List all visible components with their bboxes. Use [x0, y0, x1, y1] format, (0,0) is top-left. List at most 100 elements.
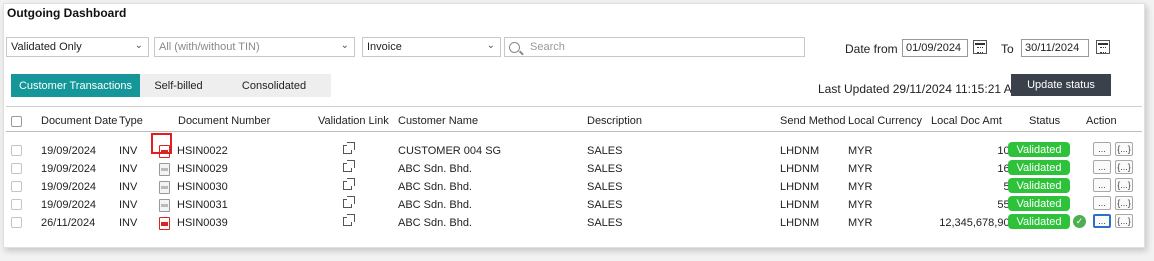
document-date: 19/09/2024 — [41, 181, 97, 193]
table-row[interactable]: 19/09/2024 INV HSIN0029 ABC Sdn. Bhd. SA… — [6, 159, 1142, 177]
tab-consolidated[interactable]: Consolidated — [217, 74, 331, 97]
local-currency: MYR — [848, 199, 873, 211]
document-number[interactable]: HSIN0039 — [177, 217, 228, 229]
status-badge: Validated — [1008, 196, 1070, 211]
date-from-label: Date from — [845, 42, 898, 56]
row-checkbox[interactable] — [11, 145, 22, 156]
more-button[interactable]: ... — [1093, 178, 1111, 192]
more-button[interactable]: ... — [1093, 214, 1111, 228]
tab-customer-transactions[interactable]: Customer Transactions — [11, 74, 140, 97]
more-button[interactable]: ... — [1093, 196, 1111, 210]
col-action: Action — [1086, 115, 1117, 127]
document-type: INV — [119, 217, 138, 229]
col-type: Type — [119, 115, 143, 127]
document-type: INV — [119, 163, 138, 175]
chevron-down-icon: ⌄ — [340, 40, 349, 51]
status-badge: Validated — [1008, 178, 1070, 193]
json-button[interactable]: {...} — [1115, 142, 1133, 156]
send-method: LHDNM — [780, 199, 820, 211]
pdf-icon[interactable] — [159, 181, 170, 194]
transaction-tabs: Customer Transactions Self-billed Consol… — [11, 74, 331, 97]
description: SALES — [587, 163, 623, 175]
transactions-table: Document Date Type Document Number Valid… — [6, 106, 1142, 247]
local-currency: MYR — [848, 163, 873, 175]
json-button[interactable]: {...} — [1115, 160, 1133, 174]
col-document-date: Document Date — [41, 115, 118, 127]
send-method: LHDNM — [780, 217, 820, 229]
customer-name: ABC Sdn. Bhd. — [398, 181, 472, 193]
document-type: INV — [119, 199, 138, 211]
external-link-icon[interactable] — [343, 160, 355, 172]
doc-type-select[interactable]: Invoice ⌄ — [362, 37, 501, 57]
more-button[interactable]: ... — [1093, 142, 1111, 156]
row-checkbox[interactable] — [11, 199, 22, 210]
local-currency: MYR — [848, 217, 873, 229]
table-row[interactable]: 26/11/2024 INV HSIN0039 ABC Sdn. Bhd. SA… — [6, 213, 1142, 231]
local-currency: MYR — [848, 181, 873, 193]
external-link-icon[interactable] — [343, 142, 355, 154]
col-local-doc-amt: Local Doc Amt — [931, 115, 1002, 127]
calendar-icon[interactable] — [973, 40, 987, 54]
status-badge: Validated — [1008, 142, 1070, 157]
send-method: LHDNM — [780, 181, 820, 193]
table-row[interactable]: 19/09/2024 INV HSIN0030 ABC Sdn. Bhd. SA… — [6, 177, 1142, 195]
pdf-icon[interactable] — [159, 163, 170, 176]
document-date: 19/09/2024 — [41, 163, 97, 175]
pdf-icon[interactable] — [159, 217, 170, 230]
col-document-number: Document Number — [178, 115, 271, 127]
col-local-currency: Local Currency — [848, 115, 922, 127]
description: SALES — [587, 145, 623, 157]
col-customer-name: Customer Name — [398, 115, 479, 127]
customer-name: CUSTOMER 004 SG — [398, 145, 502, 157]
search-placeholder: Search — [530, 41, 565, 53]
pdf-icon[interactable] — [159, 199, 170, 212]
json-button[interactable]: {...} — [1115, 214, 1133, 228]
customer-name: ABC Sdn. Bhd. — [398, 163, 472, 175]
json-button[interactable]: {...} — [1115, 178, 1133, 192]
col-status: Status — [1029, 115, 1061, 127]
row-checkbox[interactable] — [11, 217, 22, 228]
document-date: 19/09/2024 — [41, 145, 97, 157]
send-method: LHDNM — [780, 145, 820, 157]
document-number[interactable]: HSIN0030 — [177, 181, 228, 193]
tin-filter-select[interactable]: All (with/without TIN) ⌄ — [154, 37, 355, 57]
external-link-icon[interactable] — [343, 178, 355, 190]
document-date: 19/09/2024 — [41, 199, 97, 211]
date-to-input[interactable]: 30/11/2024 — [1021, 39, 1089, 57]
select-all-checkbox[interactable] — [11, 116, 22, 127]
description: SALES — [587, 181, 623, 193]
check-circle-icon: ✓ — [1073, 215, 1086, 228]
search-input[interactable]: Search — [504, 37, 805, 57]
more-button[interactable]: ... — [1093, 160, 1111, 174]
col-description: Description — [587, 115, 643, 127]
customer-name: ABC Sdn. Bhd. — [398, 199, 472, 211]
calendar-icon[interactable] — [1096, 40, 1110, 54]
col-send-method: Send Method — [780, 115, 846, 127]
document-type: INV — [119, 145, 138, 157]
external-link-icon[interactable] — [343, 214, 355, 226]
tab-self-billed[interactable]: Self-billed — [140, 74, 217, 97]
customer-name: ABC Sdn. Bhd. — [398, 217, 472, 229]
date-from-input[interactable]: 01/09/2024 — [902, 39, 968, 57]
tin-filter-value: All (with/without TIN) — [159, 41, 260, 53]
table-row[interactable]: 19/09/2024 INV HSIN0031 ABC Sdn. Bhd. SA… — [6, 195, 1142, 213]
send-method: LHDNM — [780, 163, 820, 175]
table-row[interactable]: 19/09/2024 INV HSIN0022 CUSTOMER 004 SG … — [6, 141, 1142, 159]
chevron-down-icon: ⌄ — [486, 40, 495, 51]
document-number[interactable]: HSIN0029 — [177, 163, 228, 175]
validation-filter-select[interactable]: Validated Only ⌄ — [6, 37, 149, 57]
external-link-icon[interactable] — [343, 196, 355, 208]
last-updated-text: Last Updated 29/11/2024 11:15:21 AM — [818, 82, 1022, 96]
col-validation-link: Validation Link — [318, 115, 389, 127]
local-currency: MYR — [848, 145, 873, 157]
json-button[interactable]: {...} — [1115, 196, 1133, 210]
document-date: 26/11/2024 — [41, 217, 96, 229]
update-status-button[interactable]: Update status — [1011, 74, 1111, 96]
row-checkbox[interactable] — [11, 181, 22, 192]
document-number[interactable]: HSIN0022 — [177, 145, 228, 157]
chevron-down-icon: ⌄ — [134, 40, 143, 51]
document-number[interactable]: HSIN0031 — [177, 199, 228, 211]
date-to-label: To — [1001, 42, 1014, 56]
row-checkbox[interactable] — [11, 163, 22, 174]
status-badge: Validated — [1008, 160, 1070, 175]
